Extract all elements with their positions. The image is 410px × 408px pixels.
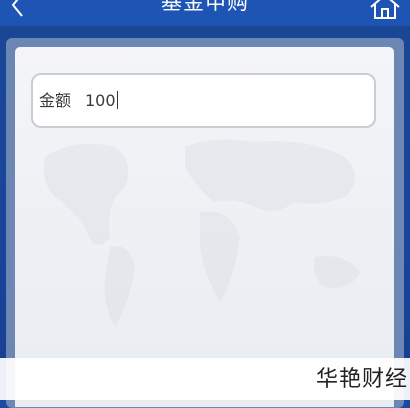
home-icon: [370, 0, 400, 19]
form-panel: 金额 100: [15, 47, 394, 407]
world-map-watermark: [43, 139, 360, 327]
amount-input[interactable]: 金额 100: [31, 73, 376, 128]
page-title: 基金申购: [161, 0, 249, 14]
amount-value: 100: [85, 91, 116, 110]
amount-label: 金额: [39, 91, 72, 110]
top-navigation-bar: 基金申购: [0, 0, 410, 26]
amount-value-wrapper: 100: [85, 90, 118, 112]
home-button[interactable]: [368, 0, 402, 22]
watermark-text: 华艳财经: [315, 367, 408, 392]
text-cursor: [116, 91, 118, 109]
